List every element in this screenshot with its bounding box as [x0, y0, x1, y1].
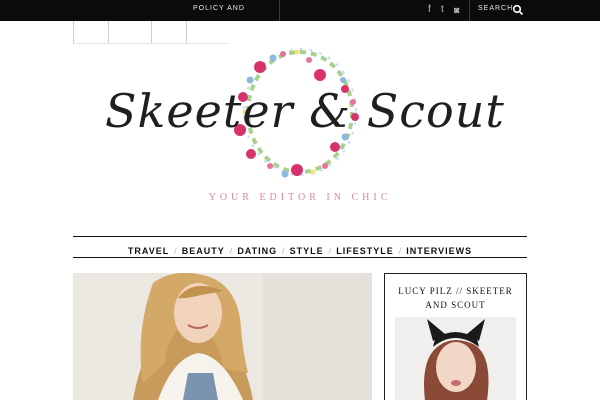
twitter-icon[interactable]: t — [441, 4, 444, 16]
author-portrait — [395, 317, 516, 400]
nav-item-dating[interactable]: DATING — [232, 246, 282, 256]
top-bar: POLICY AND f t ◙ SEARCH — [0, 0, 600, 21]
author-photo[interactable] — [395, 317, 516, 400]
author-widget-title: LUCY PILZ // SKEETER AND SCOUT — [385, 284, 526, 312]
nav-item-beauty[interactable]: BEAUTY — [177, 246, 230, 256]
nav-item-travel[interactable]: TRAVEL — [123, 246, 174, 256]
nav-item-interviews[interactable]: INTERVIEWS — [401, 246, 477, 256]
nav-item-style[interactable]: STYLE — [285, 246, 329, 256]
menu-guide-line — [108, 21, 109, 43]
facebook-icon[interactable]: f — [428, 4, 431, 16]
menu-guide-line — [186, 21, 187, 43]
search-label[interactable]: SEARCH — [478, 5, 513, 12]
search-icon[interactable] — [512, 4, 524, 16]
author-title-line2: AND SCOUT — [425, 300, 486, 310]
site-logo-title[interactable]: Skeeter & Scout — [105, 84, 505, 138]
menu-guide-line — [73, 21, 74, 43]
author-title-line1: LUCY PILZ // SKEETER — [398, 286, 513, 296]
site-tagline: YOUR EDITOR IN CHIC — [208, 192, 392, 203]
menu-guide-line — [151, 21, 152, 43]
featured-photo — [73, 273, 372, 400]
topbar-divider — [469, 0, 470, 21]
instagram-icon[interactable]: ◙ — [454, 4, 459, 16]
main-nav: TRAVEL / BEAUTY / DATING / STYLE / LIFESTYLE / INT… — [73, 236, 527, 258]
author-widget: LUCY PILZ // SKEETER AND SCOUT — [384, 273, 527, 400]
nav-list: TRAVEL / BEAUTY / DATING / STYLE / LIFESTYLE / INT… — [73, 241, 527, 259]
menu-guide-base — [73, 43, 228, 44]
featured-post-image[interactable] — [73, 273, 372, 400]
topbar-divider — [279, 0, 280, 21]
policy-menu-link[interactable]: POLICY AND — [193, 5, 245, 12]
nav-item-lifestyle[interactable]: LIFESTYLE — [331, 246, 399, 256]
